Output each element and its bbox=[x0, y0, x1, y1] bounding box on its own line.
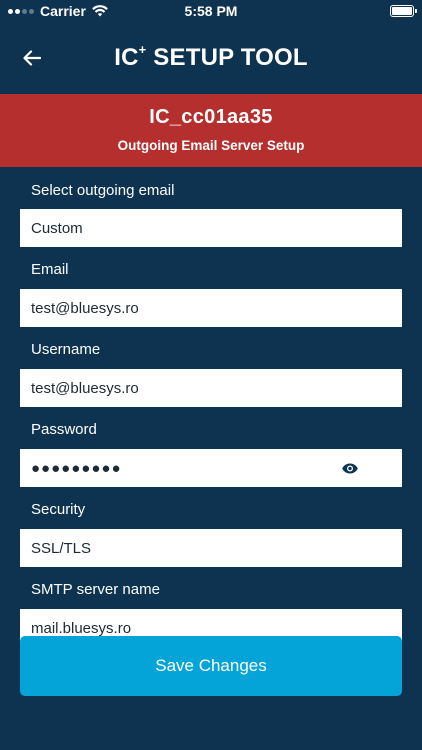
device-name: IC_cc01aa35 bbox=[149, 106, 273, 128]
password-field[interactable]: ●●●●●●●●● bbox=[20, 449, 402, 487]
smtp-server-label: SMTP server name bbox=[31, 581, 160, 598]
username-label: Username bbox=[31, 341, 101, 358]
smtp-server-value: mail.bluesys.ro bbox=[31, 619, 132, 637]
status-time: 5:58 PM bbox=[184, 3, 238, 19]
select-email-label: Select outgoing email bbox=[31, 182, 175, 199]
select-email-value: Custom bbox=[31, 219, 83, 237]
security-label: Security bbox=[31, 501, 86, 518]
title-superscript: + bbox=[138, 42, 147, 57]
password-label: Password bbox=[31, 421, 97, 438]
battery-icon bbox=[390, 5, 417, 17]
title-rest: SETUP TOOL bbox=[146, 44, 308, 71]
password-value: ●●●●●●●●● bbox=[31, 459, 122, 477]
page-title: IC+ SETUP TOOL bbox=[0, 42, 422, 72]
email-label: Email bbox=[31, 261, 69, 278]
email-server-form: Select outgoing email Custom Email test@… bbox=[0, 167, 422, 647]
security-field[interactable]: SSL/TLS bbox=[20, 529, 402, 567]
username-field[interactable]: test@bluesys.ro bbox=[20, 369, 402, 407]
email-value: test@bluesys.ro bbox=[31, 299, 139, 317]
username-value: test@bluesys.ro bbox=[31, 379, 139, 397]
banner-subtitle: Outgoing Email Server Setup bbox=[117, 138, 305, 153]
status-bar: Carrier 5:58 PM bbox=[0, 0, 422, 22]
save-changes-button[interactable]: Save Changes bbox=[20, 636, 402, 696]
email-field[interactable]: test@bluesys.ro bbox=[20, 289, 402, 327]
header: IC+ SETUP TOOL bbox=[0, 22, 422, 94]
security-value: SSL/TLS bbox=[31, 539, 92, 557]
title-main: IC bbox=[114, 44, 139, 71]
select-email-field[interactable]: Custom bbox=[20, 209, 402, 247]
app-screen: Carrier 5:58 PM IC+ SETUP TOOL IC_cc01aa… bbox=[0, 0, 422, 750]
eye-icon[interactable] bbox=[342, 460, 358, 476]
device-banner: IC_cc01aa35 Outgoing Email Server Setup bbox=[0, 94, 422, 167]
